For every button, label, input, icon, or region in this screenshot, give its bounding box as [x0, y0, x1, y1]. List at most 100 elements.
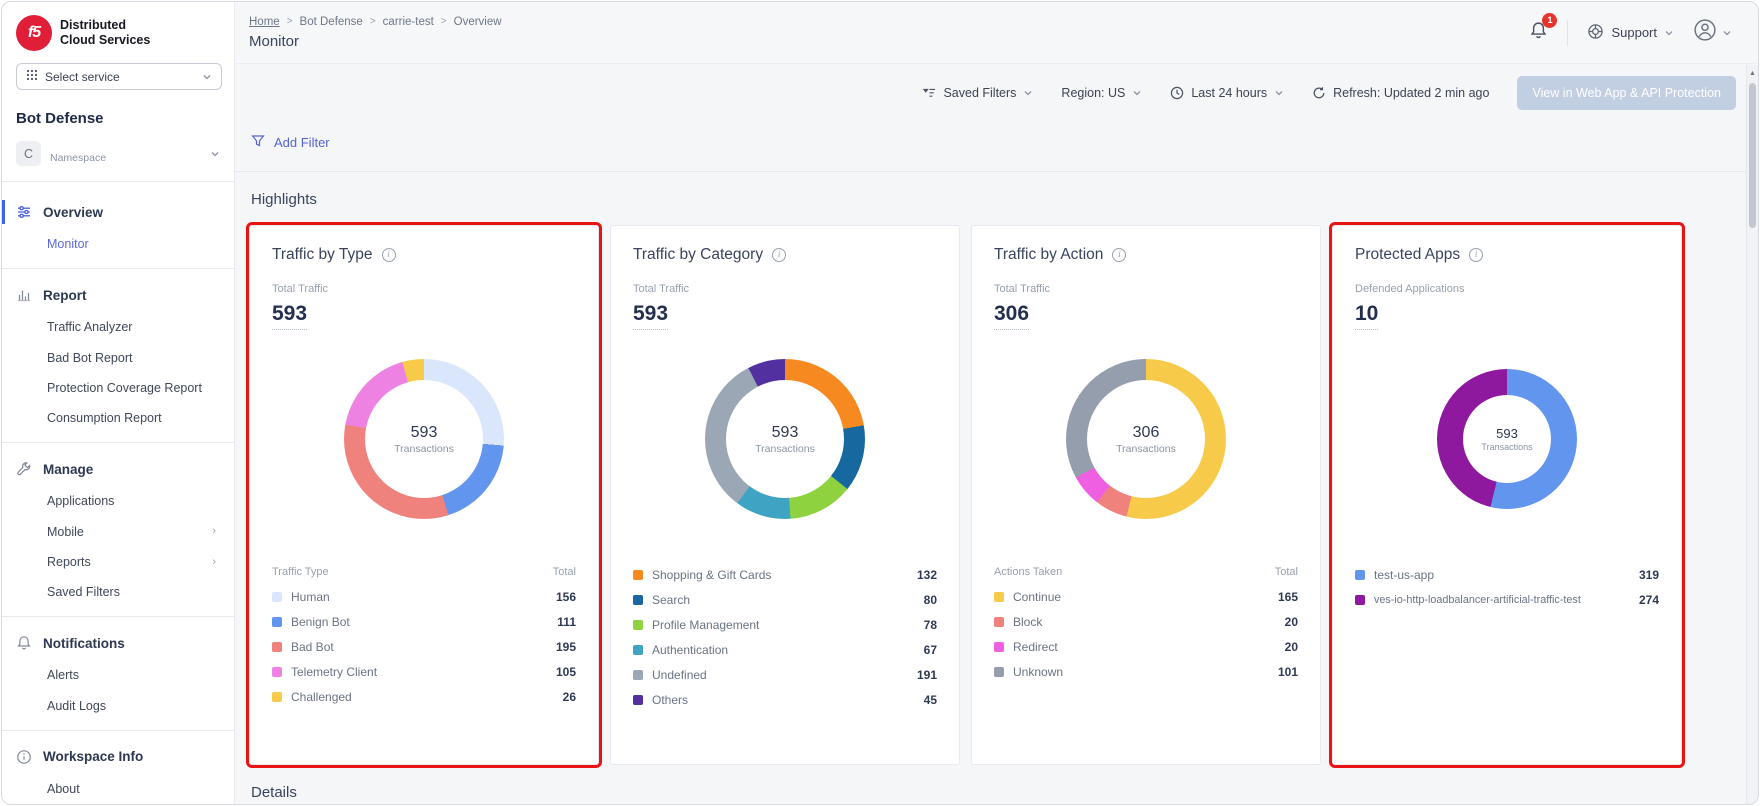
sidebar-item-audit-logs[interactable]: Audit Logs	[2, 691, 234, 721]
legend-label: Others	[652, 693, 688, 707]
legend-label: Block	[1013, 615, 1042, 629]
breadcrumb-home[interactable]: Home	[249, 16, 280, 28]
legend-row-ves-io-http-loadbalancer-artificial-traffic-test[interactable]: ves-io-http-loadbalancer-artificial-traf…	[1355, 587, 1659, 612]
legend-header: Actions TakenTotal	[994, 562, 1298, 584]
sidebar-item-about[interactable]: About	[2, 774, 234, 804]
sidebar-item-notifications[interactable]: Notifications	[2, 626, 234, 660]
legend-row-others[interactable]: Others45	[633, 687, 937, 712]
sidebar-item-applications[interactable]: Applications	[2, 486, 234, 516]
info-icon[interactable]: i	[1469, 248, 1483, 262]
legend-value: 165	[1270, 590, 1298, 604]
donut-center: 593 Transactions	[365, 380, 483, 498]
namespace-selector[interactable]: C Namespace	[2, 139, 234, 182]
donut-center-label: Transactions	[394, 443, 454, 455]
service-selector[interactable]: Select service	[16, 63, 222, 90]
legend-swatch	[633, 695, 643, 705]
add-filter-button[interactable]: Add Filter	[235, 114, 1758, 172]
lifesaver-icon	[1587, 23, 1604, 43]
info-icon[interactable]: i	[772, 248, 786, 262]
legend-value: 20	[1277, 640, 1298, 654]
view-in-waap-button[interactable]: View in Web App & API Protection	[1517, 76, 1736, 110]
legend-value: 191	[909, 668, 937, 682]
legend-swatch	[633, 645, 643, 655]
legend-swatch	[994, 617, 1004, 627]
scrollbar-up-arrow[interactable]: ▲	[1747, 65, 1758, 77]
legend-row-block[interactable]: Block20	[994, 609, 1298, 634]
region-dropdown[interactable]: Region: US	[1061, 86, 1142, 100]
card-metric-label: Total Traffic	[994, 283, 1298, 295]
brand-logo: f5 Distributed Cloud Services	[2, 2, 234, 60]
legend-row-authentication[interactable]: Authentication67	[633, 637, 937, 662]
card-title: Traffic by Category	[633, 246, 763, 264]
legend-row-profile-management[interactable]: Profile Management78	[633, 612, 937, 637]
breadcrumb: Home>Bot Defense>carrie-test>Overview	[249, 16, 502, 28]
info-icon[interactable]: i	[382, 248, 396, 262]
legend-row-human[interactable]: Human156	[272, 584, 576, 609]
saved-filters-dropdown[interactable]: Saved Filters	[923, 86, 1033, 100]
legend-row-unknown[interactable]: Unknown101	[994, 659, 1298, 684]
refresh-button[interactable]: Refresh: Updated 2 min ago	[1312, 86, 1489, 100]
sidebar-item-bad-bot-report[interactable]: Bad Bot Report	[2, 343, 234, 373]
sidebar-item-monitor[interactable]: Monitor	[2, 229, 234, 259]
sidebar-item-mobile[interactable]: Mobile›	[2, 517, 234, 547]
support-menu[interactable]: Support	[1587, 23, 1674, 43]
info-icon[interactable]: i	[1112, 248, 1126, 262]
legend-title: Traffic Type	[272, 566, 329, 578]
legend-swatch	[633, 620, 643, 630]
sidebar-item-consumption-report[interactable]: Consumption Report	[2, 403, 234, 433]
chevron-down-icon	[210, 149, 220, 159]
sidebar-item-saved-filters[interactable]: Saved Filters	[2, 577, 234, 607]
legend-label: Continue	[1013, 590, 1061, 604]
breadcrumb-overview[interactable]: Overview	[454, 16, 502, 28]
brand-name: Distributed Cloud Services	[60, 18, 150, 48]
legend-row-shopping-gift-cards[interactable]: Shopping & Gift Cards132	[633, 562, 937, 587]
sidebar-item-label: Workspace Info	[43, 749, 143, 764]
chevron-down-icon	[1664, 28, 1674, 38]
sidebar-item-traffic-analyzer[interactable]: Traffic Analyzer	[2, 312, 234, 342]
breadcrumb-bot-defense[interactable]: Bot Defense	[300, 16, 363, 28]
donut-chart[interactable]: 593 Transactions	[1437, 369, 1577, 509]
legend-row-search[interactable]: Search80	[633, 587, 937, 612]
legend-label: Telemetry Client	[291, 665, 377, 679]
legend-row-bad-bot[interactable]: Bad Bot195	[272, 634, 576, 659]
sidebar-item-overview[interactable]: Overview	[2, 195, 234, 229]
legend-row-redirect[interactable]: Redirect20	[994, 634, 1298, 659]
breadcrumb-carrie-test[interactable]: carrie-test	[383, 16, 434, 28]
legend-row-telemetry-client[interactable]: Telemetry Client105	[272, 659, 576, 684]
sidebar-subitem-label: Traffic Analyzer	[47, 319, 132, 335]
sidebar-item-alerts[interactable]: Alerts	[2, 660, 234, 690]
legend-label: ves-io-http-loadbalancer-artificial-traf…	[1374, 594, 1581, 606]
legend-row-benign-bot[interactable]: Benign Bot111	[272, 609, 576, 634]
notifications-bell-button[interactable]: 1	[1529, 21, 1548, 45]
sidebar-item-workspace-info[interactable]: Workspace Info	[2, 740, 234, 774]
sidebar-subitem-label: About	[47, 781, 80, 797]
account-menu[interactable]	[1693, 18, 1732, 47]
sidebar-item-reports[interactable]: Reports›	[2, 547, 234, 577]
legend-row-continue[interactable]: Continue 165	[994, 584, 1298, 609]
manage-icon	[16, 461, 32, 477]
donut-chart[interactable]: 593 Transactions	[705, 359, 865, 519]
legend-swatch	[633, 570, 643, 580]
sidebar-nav: OverviewMonitor Report Traffic Analyzer Bad…	[2, 182, 234, 804]
donut-center-label: Transactions	[755, 443, 815, 455]
sidebar-item-report[interactable]: Report	[2, 278, 234, 312]
region-label: Region: US	[1061, 86, 1125, 100]
legend-row-test-us-app[interactable]: test-us-app319	[1355, 562, 1659, 587]
legend-swatch	[1355, 570, 1365, 580]
donut-chart[interactable]: 593 Transactions	[344, 359, 504, 519]
donut-zone: 593 Transactions	[272, 330, 576, 548]
sidebar-item-manage[interactable]: Manage	[2, 452, 234, 486]
legend-swatch	[994, 642, 1004, 652]
legend-row-undefined[interactable]: Undefined191	[633, 662, 937, 687]
legend-row-challenged[interactable]: Challenged26	[272, 684, 576, 709]
time-range-dropdown[interactable]: Last 24 hours	[1170, 86, 1284, 100]
card-title: Traffic by Action	[994, 246, 1103, 264]
legend-header: Traffic TypeTotal	[272, 562, 576, 584]
scrollbar-thumb[interactable]	[1749, 83, 1756, 228]
donut-center-label: Transactions	[1116, 443, 1176, 455]
card-title-row: Traffic by Category i	[633, 246, 937, 264]
chevron-down-icon	[1023, 88, 1033, 98]
card-title: Protected Apps	[1355, 246, 1460, 264]
donut-chart[interactable]: 306 Transactions	[1066, 359, 1226, 519]
sidebar-item-protection-coverage-report[interactable]: Protection Coverage Report	[2, 373, 234, 403]
